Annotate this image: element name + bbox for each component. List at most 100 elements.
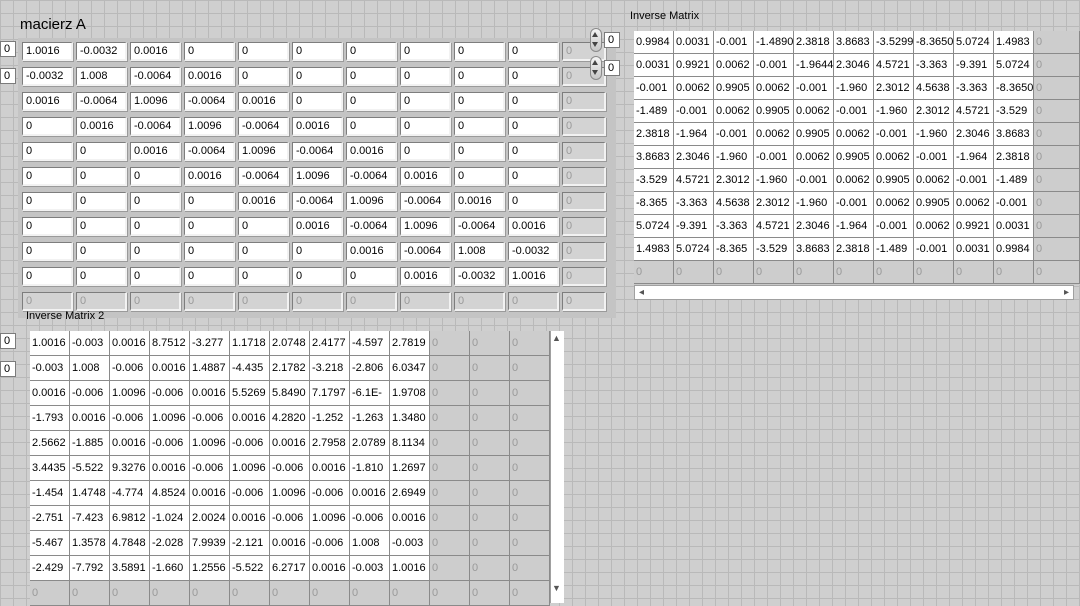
matrix-a-cell[interactable]: 0 [184,192,235,211]
inverse-matrix-2-empty-cell[interactable]: 0 [350,581,390,606]
matrix-a-cell[interactable]: -0.0064 [346,217,397,236]
inverse-matrix-cell[interactable]: -1.964 [954,146,994,169]
inverse-matrix-cell[interactable]: -0.001 [914,146,954,169]
inverse-matrix-empty-cell[interactable]: 0 [1034,100,1080,123]
inverse-matrix-cell[interactable]: 0.0062 [754,123,794,146]
inverse-matrix-2-cell[interactable]: -5.522 [70,456,110,481]
matrix-a-col-index[interactable]: 0 [0,68,16,84]
inverse-matrix-2-cell[interactable]: 1.0096 [270,481,310,506]
inverse-matrix-2-cell[interactable]: 3.4435 [30,456,70,481]
inverse-matrix-empty-cell[interactable]: 0 [754,261,794,284]
inverse-matrix-2-empty-cell[interactable]: 0 [510,506,550,531]
inverse-matrix-cell[interactable]: 0.9921 [954,215,994,238]
inverse-matrix-2-cell[interactable]: -0.006 [110,356,150,381]
matrix-a-cell[interactable]: 0 [508,42,559,61]
matrix-a-cell[interactable]: 0 [184,242,235,261]
inverse-matrix-2-cell[interactable]: -2.429 [30,556,70,581]
matrix-a-cell[interactable]: 0 [238,242,289,261]
matrix-a-empty-cell[interactable]: 0 [562,192,606,211]
inverse-matrix-cell[interactable]: -1.964 [834,215,874,238]
matrix-a-cell[interactable]: 0 [508,92,559,111]
inverse-matrix-2-cell[interactable]: -6.1E- [350,381,390,406]
inverse-matrix-cell[interactable]: 5.0724 [634,215,674,238]
inverse-matrix-2-cell[interactable]: -0.006 [150,431,190,456]
inverse-matrix-2-vscrollbar[interactable]: ▲ ▼ [550,331,564,603]
inverse-matrix-2-cell[interactable]: 0.0016 [230,406,270,431]
matrix-a-cell[interactable]: 0 [292,92,343,111]
matrix-a-empty-cell[interactable]: 0 [22,292,73,311]
matrix-a-cell[interactable]: 0 [346,92,397,111]
matrix-a-cell[interactable]: 1.008 [454,242,505,261]
inverse-matrix-cell[interactable]: 4.5721 [874,54,914,77]
inverse-matrix-cell[interactable]: -3.363 [674,192,714,215]
inverse-matrix-2-cell[interactable]: -0.003 [70,331,110,356]
inverse-matrix-2-empty-cell[interactable]: 0 [470,456,510,481]
inverse-matrix-empty-cell[interactable]: 0 [1034,238,1080,261]
inverse-matrix-2-cell[interactable]: -4.435 [230,356,270,381]
inverse-matrix-cell[interactable]: 0.0062 [714,54,754,77]
inverse-matrix-cell[interactable]: -0.001 [874,123,914,146]
inverse-matrix-cell[interactable]: 0.9905 [794,123,834,146]
spinner-down-icon[interactable] [592,70,598,75]
inverse-matrix-2-cell[interactable]: 1.4748 [70,481,110,506]
inverse-matrix-2-cell[interactable]: 6.9812 [110,506,150,531]
inverse-matrix-2-empty-cell[interactable]: 0 [510,406,550,431]
matrix-a-cell[interactable]: 0 [400,142,451,161]
inverse-matrix-2-cell[interactable]: 4.8524 [150,481,190,506]
inverse-matrix-empty-cell[interactable]: 0 [1034,169,1080,192]
matrix-a-empty-cell[interactable]: 0 [346,292,397,311]
inverse-matrix-2-cell[interactable]: 0.0016 [30,381,70,406]
inverse-matrix-2-cell[interactable]: -3.218 [310,356,350,381]
inverse-matrix-2-cell[interactable]: 2.0748 [270,331,310,356]
matrix-a-cell[interactable]: 0 [346,267,397,286]
inverse-matrix-2-cell[interactable]: -1.885 [70,431,110,456]
inverse-matrix-2-empty-cell[interactable]: 0 [470,581,510,606]
inverse-matrix-2-cell[interactable]: -1.810 [350,456,390,481]
inverse-matrix-2-empty-cell[interactable]: 0 [470,506,510,531]
inverse-matrix-cell[interactable]: 4.5638 [714,192,754,215]
inverse-matrix-2-cell[interactable]: -0.006 [270,506,310,531]
inverse-matrix-2-cell[interactable]: 0.0016 [270,431,310,456]
matrix-a-empty-cell[interactable]: 0 [562,92,606,111]
matrix-a-cell[interactable]: 0.0016 [454,192,505,211]
inverse-matrix-cell[interactable]: 0.0031 [634,54,674,77]
matrix-a-cell[interactable]: 0 [400,92,451,111]
inverse-matrix-2-cell[interactable]: 0.0016 [230,506,270,531]
inverse-matrix-empty-cell[interactable]: 0 [1034,123,1080,146]
inverse-matrix-2-cell[interactable]: -1.454 [30,481,70,506]
matrix-a-cell[interactable]: 1.0096 [400,217,451,236]
inverse-matrix-2-cell[interactable]: -3.277 [190,331,230,356]
inverse-matrix-2-cell[interactable]: 2.7819 [390,331,430,356]
matrix-a-cell[interactable]: 0 [130,192,181,211]
inverse-matrix-cell[interactable]: -1.9644 [794,54,834,77]
inverse-matrix-2-cell[interactable]: 4.2820 [270,406,310,431]
inverse-matrix-2-cell[interactable]: 4.7848 [110,531,150,556]
matrix-a-cell[interactable]: 0.0016 [400,267,451,286]
inverse-matrix-2-cell[interactable]: 0.0016 [310,556,350,581]
inverse-matrix-2-cell[interactable]: 0.0016 [270,531,310,556]
inverse-matrix-cell[interactable]: 0.0062 [954,192,994,215]
matrix-a-cell[interactable]: 0.0016 [508,217,559,236]
inverse-matrix-2-cell[interactable]: -0.003 [390,531,430,556]
inverse-matrix-empty-cell[interactable]: 0 [1034,215,1080,238]
inverse-matrix-2-empty-cell[interactable]: 0 [470,481,510,506]
inverse-matrix-2-cell[interactable]: 9.3276 [110,456,150,481]
inverse-matrix-2-cell[interactable]: 7.9939 [190,531,230,556]
inverse-matrix-cell[interactable]: -0.001 [874,215,914,238]
matrix-a-cell[interactable]: 0 [292,67,343,86]
inverse-matrix-cell[interactable]: -9.391 [954,54,994,77]
matrix-a-cell[interactable]: 1.0096 [346,192,397,211]
matrix-a-cell[interactable]: -0.0032 [22,67,73,86]
inverse-matrix-cell[interactable]: -0.001 [834,192,874,215]
matrix-a-empty-cell[interactable]: 0 [400,292,451,311]
inverse-matrix-2-cell[interactable]: -1.024 [150,506,190,531]
inverse-matrix-cell[interactable]: 2.3046 [834,54,874,77]
inverse-matrix-cell[interactable]: -1.960 [754,169,794,192]
inverse-matrix-cell[interactable]: -0.001 [794,77,834,100]
inverse-matrix-2-cell[interactable]: 0.0016 [150,356,190,381]
matrix-a-cell[interactable]: 1.0096 [130,92,181,111]
inverse-matrix-cell[interactable]: -3.5299 [874,31,914,54]
matrix-a-cell[interactable]: 0.0016 [346,142,397,161]
scroll-left-icon[interactable]: ◂ [639,286,644,299]
matrix-a-cell[interactable]: 0 [22,267,73,286]
